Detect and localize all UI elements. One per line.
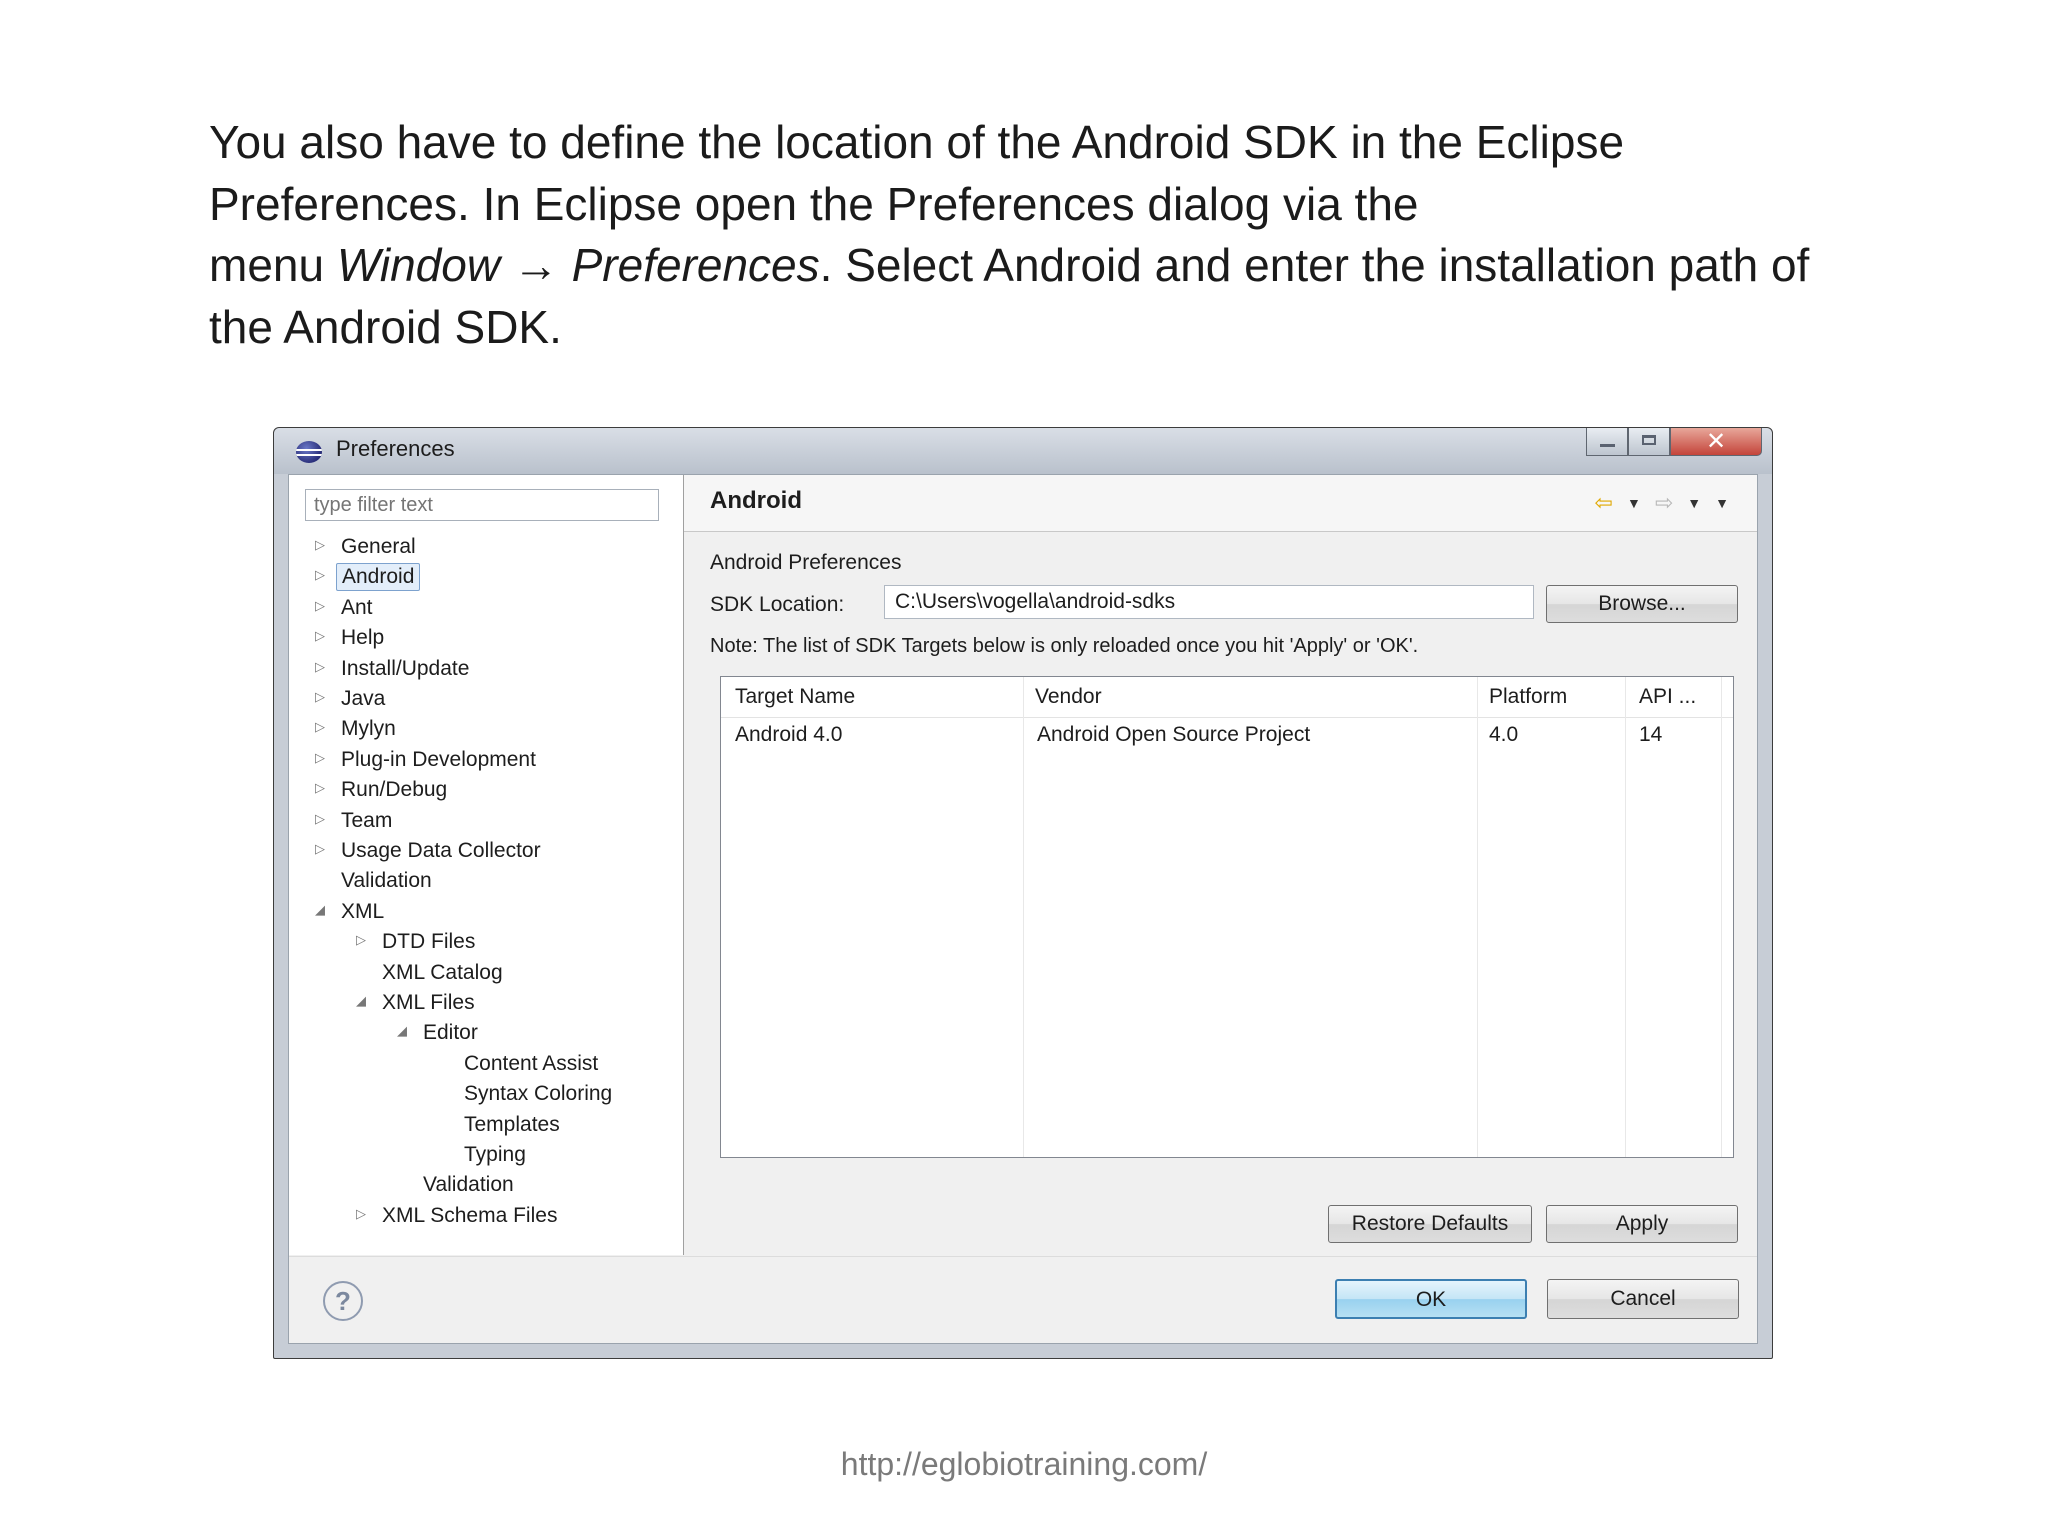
cancel-button[interactable]: Cancel — [1547, 1279, 1739, 1319]
expanded-arrow-icon[interactable]: ◢ — [315, 902, 329, 918]
page-header: Android ⇦ ▼ ⇨ ▼ ▼ — [684, 475, 1757, 532]
collapsed-arrow-icon[interactable]: ▷ — [315, 750, 329, 766]
slide-line-4: the Android SDK. — [209, 300, 562, 353]
preference-tree-pane: ▷ General ▷ Android ▷ Ant ▷ Help ▷ Install/Update… — [289, 475, 684, 1255]
menu-window-text: Window — [336, 239, 501, 291]
sdk-location-input[interactable] — [884, 585, 1534, 619]
tree-item-label: Run/Debug — [341, 778, 448, 802]
cell-target-name: Android 4.0 — [735, 723, 843, 746]
collapsed-arrow-icon[interactable]: ▷ — [315, 689, 329, 705]
tree-item-label: Mylyn — [341, 717, 396, 741]
collapsed-arrow-icon[interactable]: ▷ — [315, 659, 329, 675]
back-dropdown-icon[interactable]: ▼ — [1627, 495, 1641, 511]
dialog-button-bar: ? OK Cancel — [289, 1256, 1757, 1343]
column-divider — [1477, 677, 1478, 1157]
tree-item-label: XML — [341, 899, 385, 923]
maximize-button[interactable] — [1628, 428, 1670, 456]
title-bar[interactable]: Preferences ✕ — [274, 428, 1772, 474]
view-menu-icon[interactable]: ▼ — [1715, 495, 1729, 511]
cell-api: 14 — [1639, 723, 1663, 746]
slide-line-3: menu Window → Preferences. Select Androi… — [209, 235, 1889, 297]
history-nav: ⇦ ▼ ⇨ ▼ ▼ — [1595, 489, 1729, 517]
filter-input[interactable] — [305, 489, 659, 521]
expanded-arrow-icon[interactable]: ◢ — [356, 993, 370, 1009]
tree-item-label: Plug-in Development — [341, 747, 536, 771]
page-title: Android — [710, 487, 802, 514]
column-divider — [1023, 677, 1024, 1157]
help-icon[interactable]: ? — [323, 1281, 363, 1321]
browse-button[interactable]: Browse... — [1546, 585, 1738, 623]
tree-item-label: Install/Update — [341, 656, 470, 680]
expanded-arrow-icon[interactable]: ◢ — [397, 1023, 411, 1039]
tree-item-label: Team — [341, 808, 393, 832]
tree-item-label: Android — [336, 563, 421, 592]
sdk-location-label: SDK Location: — [710, 593, 845, 616]
forward-arrow-icon[interactable]: ⇨ — [1655, 490, 1673, 516]
sdk-note: Note: The list of SDK Targets below is o… — [710, 635, 1419, 657]
minimize-button[interactable] — [1586, 428, 1628, 456]
sdk-targets-table: Target Name Vendor Platform API ... Andr… — [720, 676, 1734, 1158]
slide-line-1: You also have to define the location of … — [209, 116, 1625, 168]
tree-item-label: DTD Files — [382, 930, 476, 954]
slide-line-2: Preferences. In Eclipse open the Prefere… — [209, 177, 1419, 230]
ok-button[interactable]: OK — [1335, 1279, 1527, 1319]
col-header-target-name[interactable]: Target Name — [735, 685, 855, 709]
window-controls: ✕ — [1586, 428, 1762, 458]
collapsed-arrow-icon[interactable]: ▷ — [315, 780, 329, 796]
col-header-vendor[interactable]: Vendor — [1035, 685, 1102, 709]
tree-item-label: Java — [341, 687, 386, 710]
col-header-api[interactable]: API ... — [1639, 685, 1696, 709]
eclipse-icon — [296, 441, 322, 463]
menu-preferences-text: Preferences — [571, 239, 820, 291]
collapsed-arrow-icon[interactable]: ▷ — [315, 598, 329, 614]
tree-item-label: Templates — [464, 1112, 560, 1136]
section-label: Android Preferences — [710, 551, 902, 574]
tree-item-label: General — [341, 535, 416, 558]
collapsed-arrow-icon[interactable]: ▷ — [315, 811, 329, 827]
collapsed-arrow-icon[interactable]: ▷ — [315, 719, 329, 735]
forward-dropdown-icon[interactable]: ▼ — [1687, 495, 1701, 511]
tree-item-label: Syntax Coloring — [464, 1082, 613, 1106]
tree-item-label: Typing — [464, 1143, 526, 1166]
tree-item-label: Editor — [423, 1021, 478, 1045]
preferences-dialog: Preferences ✕ ▷General▷Android▷Ant▷Help▷… — [273, 427, 1773, 1359]
tree-item-label: Validation — [341, 869, 432, 893]
preference-page: Android ⇦ ▼ ⇨ ▼ ▼ Android Preferences SD… — [684, 475, 1757, 1255]
table-header: Target Name Vendor Platform API ... — [721, 677, 1733, 718]
tree-item-label: Help — [341, 626, 385, 650]
collapsed-arrow-icon[interactable]: ▷ — [315, 841, 329, 857]
collapsed-arrow-icon[interactable]: ▷ — [315, 537, 329, 553]
column-divider — [1625, 677, 1626, 1157]
tree-item-label: Validation — [423, 1173, 514, 1197]
collapsed-arrow-icon[interactable]: ▷ — [356, 1206, 370, 1222]
slide-paragraph: You also have to define the location of … — [209, 112, 1889, 358]
column-divider — [1721, 677, 1722, 1157]
close-icon: ✕ — [1705, 428, 1727, 455]
slide-line-3-prefix: menu — [209, 239, 337, 291]
restore-defaults-button[interactable]: Restore Defaults — [1328, 1205, 1532, 1243]
cell-platform: 4.0 — [1489, 723, 1519, 746]
tree-item-label: Content Assist — [464, 1051, 599, 1075]
tree-item-label: XML Schema Files — [382, 1203, 558, 1227]
col-header-platform[interactable]: Platform — [1489, 685, 1567, 709]
collapsed-arrow-icon[interactable]: ▷ — [315, 628, 329, 644]
tree-item-label: XML Catalog — [382, 960, 503, 984]
tree-item-label: XML Files — [382, 991, 475, 1014]
apply-button[interactable]: Apply — [1546, 1205, 1738, 1243]
tree-item-label: Usage Data Collector — [341, 839, 541, 862]
collapsed-arrow-icon[interactable]: ▷ — [356, 932, 370, 948]
footer-url: http://eglobiotraining.com/ — [840, 1446, 1208, 1482]
slide-line-3-suffix: . Select Android and enter the installat… — [819, 239, 1810, 291]
tree-item-label: Ant — [341, 595, 373, 619]
close-button[interactable]: ✕ — [1670, 428, 1762, 456]
menu-arrow-text: → — [500, 239, 572, 291]
back-arrow-icon[interactable]: ⇦ — [1595, 490, 1613, 516]
collapsed-arrow-icon[interactable]: ▷ — [315, 567, 329, 583]
cell-vendor: Android Open Source Project — [1037, 723, 1311, 746]
window-title: Preferences — [336, 436, 455, 461]
dialog-client: ▷ General ▷ Android ▷ Ant ▷ Help ▷ Install/Update… — [288, 474, 1758, 1344]
